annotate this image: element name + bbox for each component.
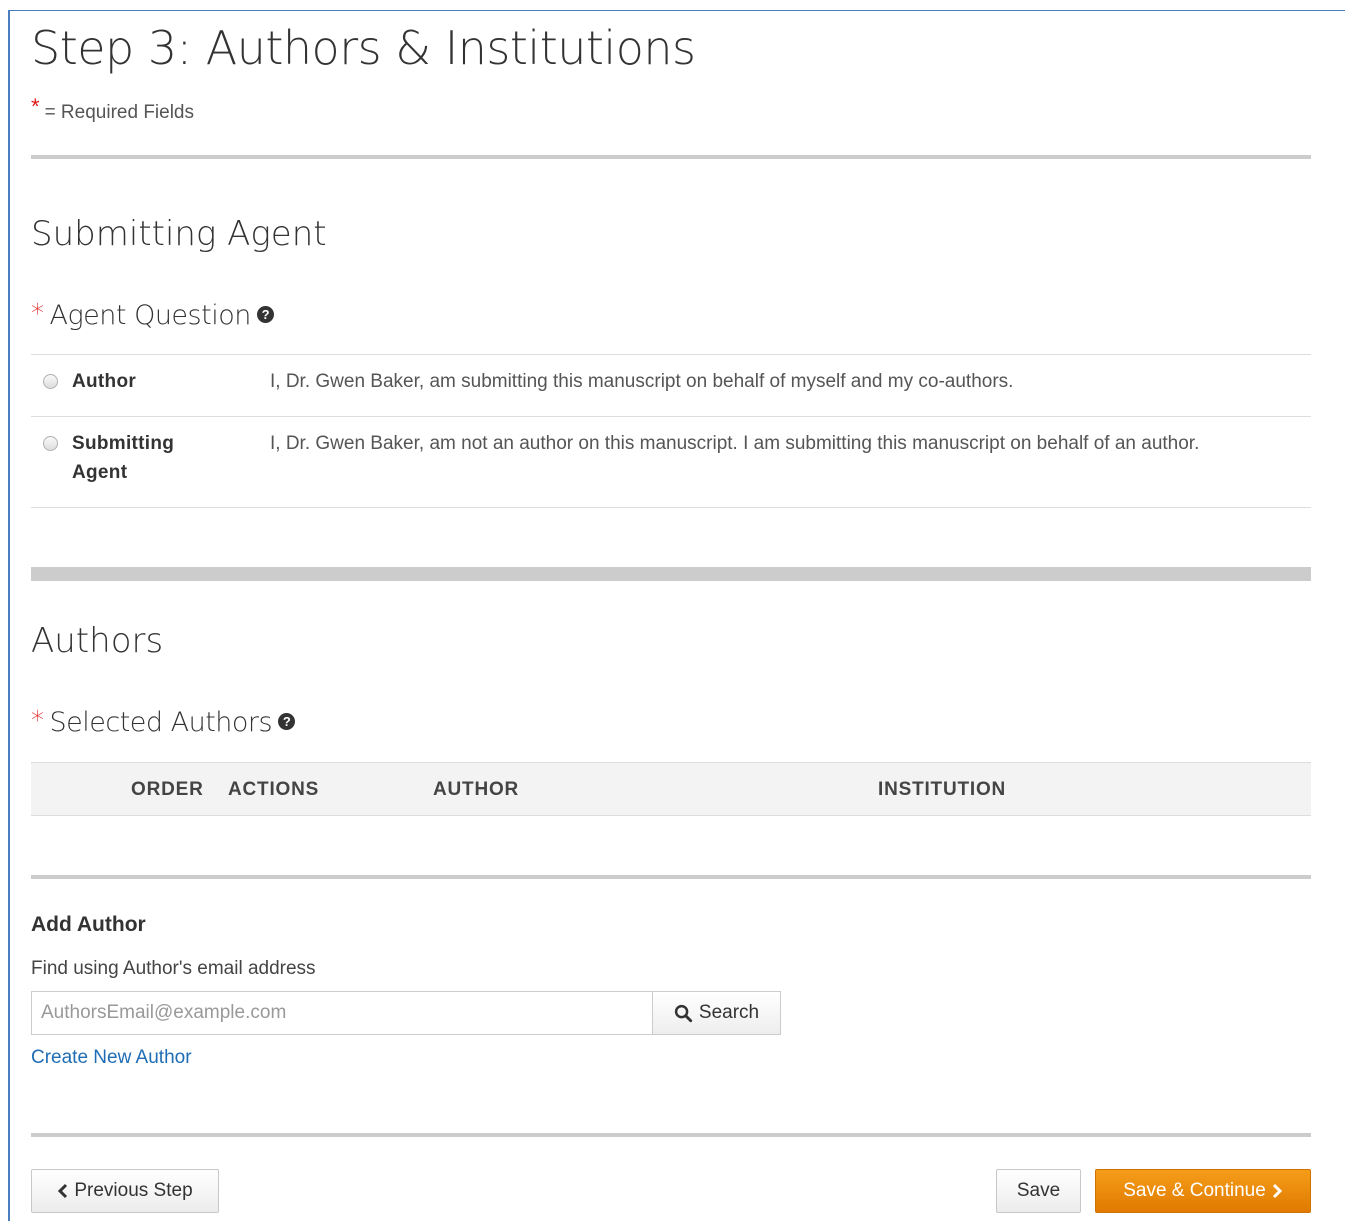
question-help-icon[interactable]: ? xyxy=(278,713,296,730)
add-author-heading: Add Author xyxy=(31,913,146,936)
option-divider xyxy=(31,507,1311,508)
search-button[interactable]: Search xyxy=(652,991,781,1035)
previous-step-button[interactable]: Previous Step xyxy=(31,1169,219,1213)
find-by-email-label: Find using Author's email address xyxy=(31,958,316,979)
create-new-author-link[interactable]: Create New Author xyxy=(31,1045,192,1071)
column-header-order: ORDER xyxy=(131,779,204,800)
submitting-agent-radio[interactable] xyxy=(43,436,58,451)
agent-question-text: Agent Question xyxy=(49,300,252,331)
agent-question-label: * Agent Question? xyxy=(31,298,274,334)
agent-option-submitting-agent[interactable]: Submitting Agent I, Dr. Gwen Baker, am n… xyxy=(31,417,1311,507)
required-fields-note: * = Required Fields xyxy=(31,94,195,126)
author-email-input[interactable] xyxy=(31,991,653,1035)
required-star: * xyxy=(31,299,44,329)
save-and-continue-button[interactable]: Save & Continue xyxy=(1095,1169,1311,1213)
section-divider xyxy=(31,875,1311,879)
section-divider xyxy=(31,567,1311,581)
authors-table-header: ORDER ACTIONS AUTHOR INSTITUTION xyxy=(31,762,1311,816)
required-star: * xyxy=(31,706,44,736)
previous-step-label: Previous Step xyxy=(74,1180,193,1201)
page-title: Step 3: Authors & Institutions xyxy=(31,21,696,75)
agent-option-description: I, Dr. Gwen Baker, am submitting this ma… xyxy=(270,371,1014,392)
submitting-agent-heading: Submitting Agent xyxy=(31,214,327,254)
column-header-actions: ACTIONS xyxy=(228,779,320,800)
agent-option-label: Submitting Agent xyxy=(72,433,175,483)
save-label: Save xyxy=(1016,1180,1061,1201)
step-form: Step 3: Authors & Institutions * = Requir… xyxy=(31,0,1311,1221)
column-header-institution: INSTITUTION xyxy=(878,779,1007,800)
author-radio[interactable] xyxy=(43,374,58,389)
selected-authors-label: * Selected Authors? xyxy=(31,705,296,741)
save-button[interactable]: Save xyxy=(996,1169,1081,1213)
agent-option-author[interactable]: Author I, Dr. Gwen Baker, am submitting … xyxy=(31,355,1311,416)
agent-option-description: I, Dr. Gwen Baker, am not an author on t… xyxy=(270,433,1200,454)
selected-authors-text: Selected Authors xyxy=(49,707,273,738)
chevron-left-icon xyxy=(57,1183,68,1199)
required-fields-text: = Required Fields xyxy=(44,102,195,123)
section-divider xyxy=(31,155,1311,159)
agent-option-label: Author xyxy=(72,371,137,392)
search-icon xyxy=(674,1004,693,1023)
chevron-right-icon xyxy=(1272,1183,1283,1199)
authors-heading: Authors xyxy=(31,621,164,661)
section-divider xyxy=(31,1133,1311,1137)
column-header-author: AUTHOR xyxy=(433,779,520,800)
search-button-label: Search xyxy=(698,1002,760,1023)
save-and-continue-label: Save & Continue xyxy=(1123,1180,1266,1201)
required-star: * xyxy=(31,94,40,119)
question-help-icon[interactable]: ? xyxy=(256,306,274,323)
frame-border-left xyxy=(8,10,10,1221)
